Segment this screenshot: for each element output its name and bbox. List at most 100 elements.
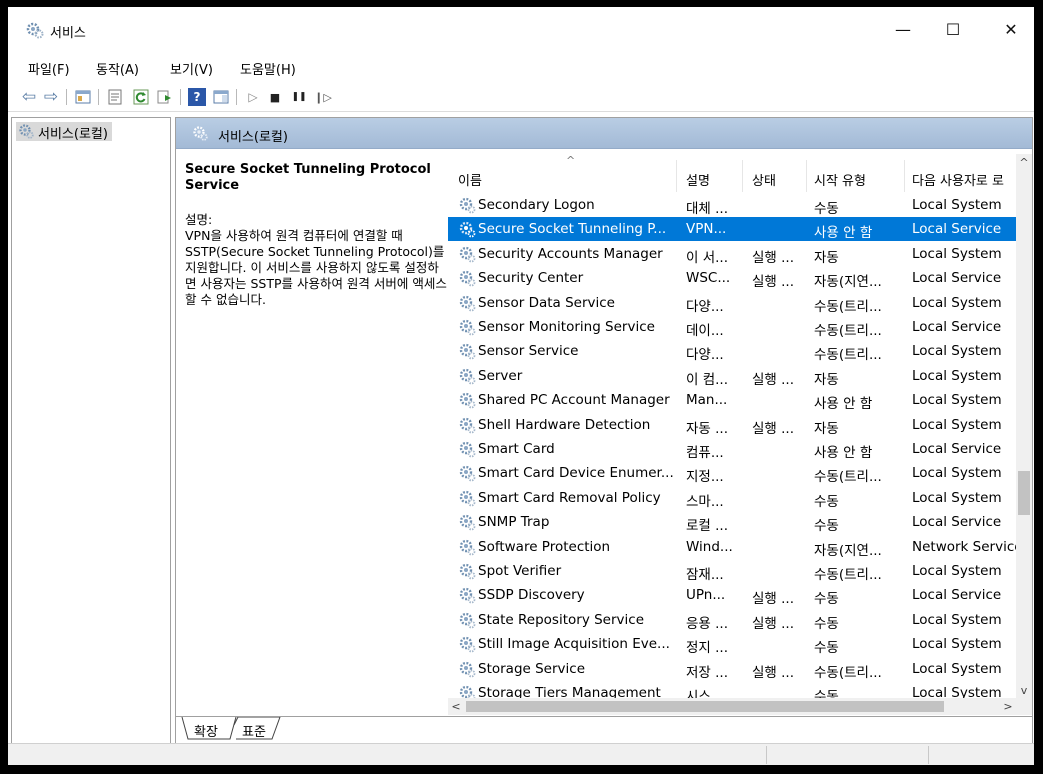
pause-service-icon[interactable]: ❚❚ [290, 88, 308, 106]
console-tree: 서비스(로컬) [11, 117, 171, 747]
service-status: 실행 ... [752, 249, 795, 266]
service-row[interactable]: Server 이 컴... 실행 ... 자동 Local System [448, 364, 1016, 388]
service-log-on-as: Local System [912, 611, 1002, 628]
service-startup-type: 자동(지연... [814, 274, 882, 291]
service-log-on-as: Network Service [912, 538, 1016, 555]
service-row[interactable]: Sensor Service 다양... 수동(트리... Local System [448, 339, 1016, 363]
service-startup-type: 수동 [814, 640, 839, 657]
toolbar-separator [236, 89, 237, 105]
service-description: 시스... [686, 689, 724, 698]
service-row[interactable]: Storage Tiers Management 시스... 수동 Local Sys… [448, 681, 1016, 698]
refresh-icon[interactable] [132, 88, 150, 106]
service-startup-type: 자동 [814, 249, 839, 266]
tab-standard[interactable]: 표준 [242, 721, 266, 740]
menu-action[interactable]: 동작(A) [96, 59, 139, 78]
scroll-up-arrow-icon[interactable]: ^ [1016, 154, 1032, 170]
service-gear-icon [459, 490, 476, 507]
service-row[interactable]: Software Protection Wind... 자동(지연... Networ… [448, 535, 1016, 559]
service-row[interactable]: Shared PC Account Manager Man... 사용 안 함 Loc… [448, 388, 1016, 412]
service-description: 잠재... [686, 567, 724, 583]
service-gear-icon [459, 392, 476, 409]
service-row[interactable]: Secondary Logon 대체 ... 수동 Local System [448, 193, 1016, 217]
menu-view[interactable]: 보기(V) [170, 59, 213, 78]
service-row[interactable]: Smart Card 컴퓨... 사용 안 함 Local Service [448, 437, 1016, 461]
service-description: 데이... [686, 323, 724, 339]
service-startup-type: 수동 [814, 493, 839, 510]
menu-help[interactable]: 도움말(H) [240, 59, 296, 78]
scroll-left-arrow-icon[interactable]: < [448, 698, 464, 714]
forward-arrow-icon[interactable]: ⇨ [42, 87, 60, 107]
column-header-name[interactable]: 이름 [458, 170, 482, 189]
service-row[interactable]: SSDP Discovery UPn... 실행 ... 수동 Local Servic… [448, 583, 1016, 607]
maximize-button[interactable]: ☐ [930, 7, 976, 51]
column-header-log-on-as[interactable]: 다음 사용자로 로 [912, 170, 1004, 189]
service-row[interactable]: Storage Service 저장 ... 실행 ... 수동(트리... Local… [448, 657, 1016, 681]
tab-extended[interactable]: 확장 [194, 721, 218, 740]
status-divider [928, 746, 929, 764]
service-gear-icon [459, 441, 476, 458]
service-startup-type: 수동 [814, 615, 839, 632]
service-gear-icon [459, 539, 476, 555]
service-row[interactable]: Smart Card Removal Policy 스마... 수동 Local Sy… [448, 486, 1016, 510]
service-name: Sensor Data Service [478, 294, 615, 311]
help-icon[interactable]: ? [188, 88, 206, 106]
service-row[interactable]: Spot Verifier 잠재... 수동(트리... Local System [448, 559, 1016, 583]
service-row[interactable]: Smart Card Device Enumer... 지정... 수동(트리...… [448, 461, 1016, 485]
menu-file[interactable]: 파일(F) [28, 59, 70, 78]
restart-service-icon[interactable]: ❙▷ [314, 88, 332, 106]
vertical-scroll-thumb[interactable] [1018, 471, 1030, 515]
service-row[interactable]: Security Accounts Manager 이 서... 실행 ... 자동 L… [448, 242, 1016, 266]
service-startup-type: 수동(트리... [814, 298, 882, 315]
export-list-icon[interactable] [156, 88, 174, 106]
service-row[interactable]: Sensor Monitoring Service 데이... 수동(트리... Lo… [448, 315, 1016, 339]
service-gear-icon [459, 588, 476, 604]
service-log-on-as: Local Service [912, 319, 1002, 335]
show-pane-icon[interactable] [212, 88, 230, 106]
column-header-status[interactable]: 상태 [752, 170, 776, 189]
service-gear-icon [459, 368, 476, 385]
service-description: 저장 ... [686, 664, 729, 681]
service-startup-type: 자동 [814, 371, 839, 388]
scroll-right-arrow-icon[interactable]: > [1000, 698, 1016, 714]
horizontal-scroll-thumb[interactable] [466, 701, 944, 712]
console-tree-icon[interactable] [74, 88, 92, 106]
service-row[interactable]: Secure Socket Tunneling P... VPN... 사용 안 함… [448, 217, 1016, 242]
scroll-down-arrow-icon[interactable]: v [1016, 682, 1032, 698]
column-header-startup-type[interactable]: 시작 유형 [814, 170, 866, 189]
service-name: Smart Card Device Enumer... [478, 465, 674, 482]
service-row[interactable]: Sensor Data Service 다양... 수동(트리... Local Sy… [448, 291, 1016, 315]
tree-item-services-local[interactable]: 서비스(로컬) [16, 122, 112, 142]
minimize-button[interactable]: — [880, 7, 926, 51]
service-description: 다양... [686, 347, 724, 364]
vertical-scrollbar[interactable]: ^ v [1016, 154, 1032, 698]
service-description: VPN... [686, 221, 727, 238]
service-startup-type: 자동(지연... [814, 542, 882, 559]
description-text: VPN을 사용하여 원격 컴퓨터에 연결할 때 SSTP(Secure Sock… [185, 228, 447, 307]
service-row[interactable]: Shell Hardware Detection 자동 ... 실행 ... 자동 Lo… [448, 413, 1016, 437]
window-title: 서비스 [50, 26, 86, 41]
start-service-icon[interactable]: ▷ [244, 88, 262, 106]
horizontal-scrollbar[interactable]: < > [448, 698, 1016, 715]
service-row[interactable]: Security Center WSC... 실행 ... 자동(지연... Local… [448, 266, 1016, 290]
scrollbar-corner [1016, 698, 1032, 715]
panel-header: 서비스(로컬) [176, 118, 1032, 149]
service-log-on-as: Local System [912, 685, 1002, 698]
service-name: Sensor Service [478, 343, 579, 360]
service-row[interactable]: State Repository Service 응용 ... 실행 ... 수동 Lo… [448, 608, 1016, 632]
properties-icon[interactable] [106, 88, 124, 106]
service-log-on-as: Local System [912, 367, 1002, 384]
stop-service-icon[interactable]: ■ [266, 88, 284, 106]
service-gear-icon [459, 197, 476, 214]
service-startup-type: 사용 안 함 [814, 225, 873, 242]
close-button[interactable]: ✕ [988, 7, 1034, 51]
service-row[interactable]: SNMP Trap 로컬 ... 수동 Local Service [448, 510, 1016, 534]
toolbar-separator [98, 89, 99, 105]
column-header-description[interactable]: 설명 [686, 170, 710, 189]
service-name: Storage Service [478, 660, 586, 677]
service-startup-type: 수동 [814, 518, 839, 535]
service-row[interactable]: Still Image Acquisition Eve... 정지 ... 수동 Lo… [448, 632, 1016, 656]
column-separator [806, 160, 807, 192]
back-arrow-icon[interactable]: ⇦ [20, 87, 38, 107]
service-gear-icon [459, 270, 476, 287]
service-status: 실행 ... [752, 420, 795, 437]
